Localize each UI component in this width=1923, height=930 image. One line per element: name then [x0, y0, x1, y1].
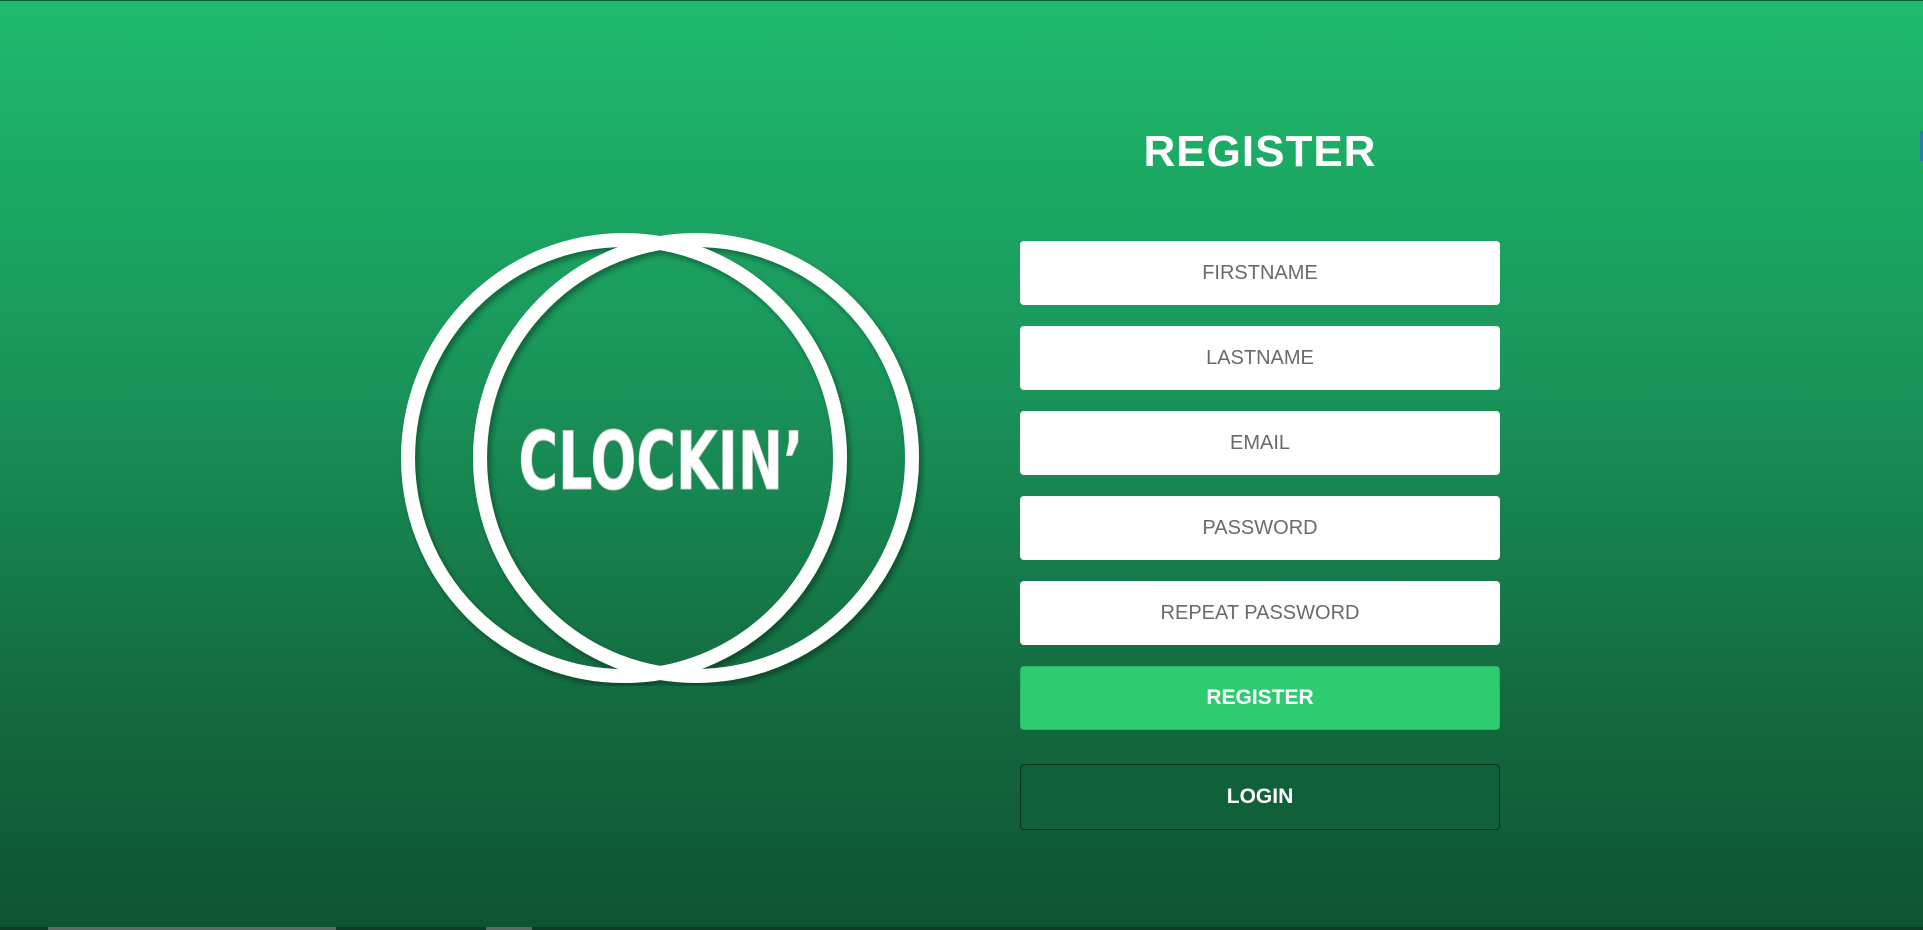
firstname-field[interactable]	[1020, 241, 1500, 305]
lastname-field[interactable]	[1020, 326, 1500, 390]
password-field[interactable]	[1020, 496, 1500, 560]
repeat-password-field[interactable]	[1020, 581, 1500, 645]
register-page: CLOCKIN’ REGISTER REGISTER LOGIN	[0, 0, 1923, 930]
register-button[interactable]: REGISTER	[1020, 666, 1500, 730]
logo-text: CLOCKIN’	[519, 415, 804, 508]
clockin-logo: CLOCKIN’	[396, 231, 926, 686]
email-field[interactable]	[1020, 411, 1500, 475]
page-title: REGISTER	[1143, 127, 1377, 176]
login-button[interactable]: LOGIN	[1020, 764, 1500, 830]
